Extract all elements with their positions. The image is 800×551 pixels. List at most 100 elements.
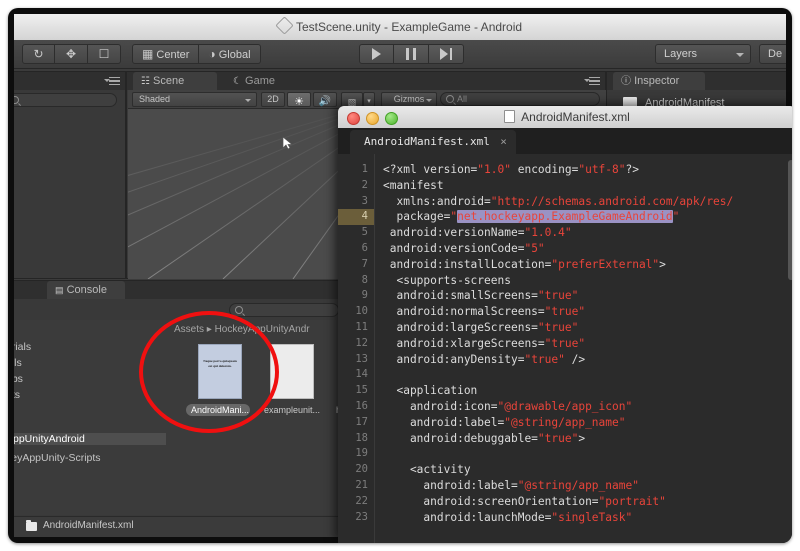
line-number-gutter: 1 2 3 4 5 6 7 8 9 10 11 12 13 14 15 16 17 18 19 20 21 22 23 bbox=[338, 154, 375, 543]
file-icon bbox=[26, 520, 37, 531]
pivot-rotation-label: Global bbox=[218, 49, 251, 61]
line-number: 16 bbox=[355, 400, 368, 412]
panel-menu-icon[interactable] bbox=[104, 77, 120, 86]
line-number: 6 bbox=[361, 242, 368, 254]
line-number: 7 bbox=[361, 257, 368, 270]
code-line[interactable]: android:debuggable="true"> bbox=[383, 431, 585, 447]
tree-item-selected[interactable]: AppUnityAndroid bbox=[14, 433, 166, 445]
lighting-toggle[interactable]: ☀ bbox=[287, 92, 311, 108]
editor-code-area[interactable]: 1 2 3 4 5 6 7 8 9 10 11 12 13 14 15 16 17 18 19 20 21 22 23 <?… bbox=[338, 154, 792, 543]
line-number: 23 bbox=[355, 510, 368, 523]
code-line[interactable]: android:anyDensity="true" /> bbox=[383, 352, 585, 368]
layout-label: De bbox=[768, 48, 783, 60]
layers-dropdown[interactable]: Layers bbox=[655, 44, 751, 64]
line-number: 5 bbox=[361, 226, 368, 239]
fx-button[interactable]: ▧ bbox=[341, 92, 363, 107]
search-icon bbox=[235, 306, 243, 314]
editor-tab[interactable]: AndroidManifest.xml × bbox=[350, 130, 516, 154]
chevron-down-icon bbox=[245, 99, 251, 102]
scene-grid-icon: ☷ bbox=[141, 76, 150, 87]
draw-mode-label: Shaded bbox=[139, 94, 171, 104]
two-d-toggle[interactable]: 2D bbox=[261, 92, 285, 107]
editor-vertical-scrollbar[interactable] bbox=[788, 160, 792, 280]
code-line[interactable]: android:launchMode="singleTask" bbox=[383, 510, 632, 526]
scene-search-input[interactable]: All bbox=[440, 92, 600, 106]
code-line[interactable]: android:installLocation="preferExternal"… bbox=[383, 257, 666, 273]
code-line[interactable]: android:versionName="1.0.4" bbox=[383, 225, 572, 241]
line-number: 22 bbox=[355, 494, 368, 507]
scene-search-text: All bbox=[457, 94, 468, 104]
play-button[interactable] bbox=[359, 44, 394, 64]
tab-console[interactable]: ▤ Console bbox=[47, 281, 125, 299]
code-line[interactable]: android:label="@string/app_name" bbox=[383, 415, 626, 431]
unity-title-text: TestScene.unity - ExampleGame - Android bbox=[14, 14, 786, 40]
fx-dropdown[interactable]: ▾ bbox=[363, 92, 375, 107]
draw-mode-dropdown[interactable]: Shaded bbox=[132, 92, 257, 107]
code-line[interactable]: android:largeScreens="true" bbox=[383, 320, 578, 336]
scale-tool-button[interactable]: ✥ bbox=[55, 44, 88, 64]
code-line[interactable]: android:xlargeScreens="true" bbox=[383, 336, 585, 352]
code-line[interactable]: xmlns:android="http://schemas.android.co… bbox=[383, 194, 733, 210]
tab-scene[interactable]: ☷ Scene bbox=[133, 72, 217, 90]
pause-button[interactable] bbox=[394, 44, 429, 64]
tree-item[interactable]: pts bbox=[14, 389, 20, 401]
line-number: 10 bbox=[355, 305, 368, 318]
outer-window-frame: TestScene.unity - ExampleGame - Android … bbox=[8, 8, 792, 543]
unity-main-toolbar: ↻ ✥ ☐ ▦ Center ◑ Global Layers De bbox=[14, 40, 786, 69]
scene-panel-menu-icon[interactable] bbox=[584, 77, 600, 86]
code-line[interactable]: <manifest bbox=[383, 178, 444, 194]
tree-item[interactable]: erials bbox=[14, 341, 31, 353]
scale-tool-icon: ✥ bbox=[65, 47, 77, 61]
code-line[interactable]: <activity bbox=[383, 462, 471, 478]
editor-title-text: AndroidManifest.xml bbox=[338, 106, 792, 128]
code-line[interactable]: android:smallScreens="true" bbox=[383, 288, 578, 304]
gizmos-dropdown[interactable]: Gizmos bbox=[381, 92, 437, 107]
tab-inspector[interactable]: ⓘ Inspector bbox=[613, 72, 705, 90]
mouse-cursor-icon bbox=[282, 136, 293, 150]
pivot-mode-label: Center bbox=[156, 49, 190, 61]
tree-item[interactable]: abs bbox=[14, 373, 23, 385]
chevron-down-icon bbox=[736, 53, 744, 57]
audio-toggle[interactable]: 🔊 bbox=[313, 92, 337, 107]
pivot-toggle-group: ▦ Center ◑ Global bbox=[132, 44, 261, 64]
rect-tool-button[interactable]: ☐ bbox=[88, 44, 121, 64]
globe-icon: ◑ bbox=[208, 47, 216, 61]
code-line[interactable]: android:normalScreens="true" bbox=[383, 304, 585, 320]
code-lines: <?xml version="1.0" encoding="utf-8"?> <m… bbox=[375, 154, 792, 543]
close-icon[interactable]: × bbox=[500, 130, 507, 154]
line-number: 4 bbox=[338, 209, 374, 226]
pivot-mode-button[interactable]: ▦ Center bbox=[132, 44, 200, 64]
pivot-rotation-button[interactable]: ◑ Global bbox=[199, 44, 261, 64]
tab-game[interactable]: ☾ Game bbox=[225, 72, 297, 90]
project-search-input[interactable] bbox=[229, 303, 339, 317]
code-line[interactable]: <application bbox=[383, 383, 477, 399]
line-number: 19 bbox=[355, 447, 368, 460]
tree-item[interactable]: lels bbox=[14, 357, 22, 369]
code-line[interactable]: android:versionCode="5" bbox=[383, 241, 545, 257]
step-icon bbox=[440, 48, 452, 60]
search-icon bbox=[14, 96, 19, 104]
code-line[interactable]: <?xml version="1.0" encoding="utf-8"?> bbox=[383, 162, 639, 178]
rotate-tool-button[interactable]: ↻ bbox=[22, 44, 55, 64]
two-d-label: 2D bbox=[267, 94, 279, 104]
layers-label: Layers bbox=[664, 48, 698, 60]
pivot-center-icon: ▦ bbox=[142, 47, 154, 61]
code-line[interactable]: android:screenOrientation="portrait" bbox=[383, 494, 666, 510]
line-number: 14 bbox=[355, 368, 368, 381]
step-button[interactable] bbox=[429, 44, 464, 64]
editor-title-bar[interactable]: AndroidManifest.xml bbox=[338, 106, 792, 129]
gizmos-label: Gizmos bbox=[393, 94, 425, 104]
code-line[interactable]: <supports-screens bbox=[383, 273, 511, 289]
unity-cube-icon bbox=[275, 16, 294, 35]
play-icon bbox=[372, 48, 381, 60]
code-line[interactable]: android:label="@string/app_name" bbox=[383, 478, 639, 494]
game-moon-icon: ☾ bbox=[233, 76, 242, 87]
line-number: 13 bbox=[355, 352, 368, 365]
line-number: 15 bbox=[355, 384, 368, 397]
asset-label: exampleunit... bbox=[263, 405, 321, 415]
code-line[interactable]: package="net.hockeyapp.ExampleGameAndroi… bbox=[383, 209, 679, 225]
code-line[interactable]: android:icon="@drawable/app_icon" bbox=[383, 399, 632, 415]
hierarchy-search-input[interactable] bbox=[14, 93, 117, 107]
tree-item[interactable]: keyAppUnity-Scripts bbox=[14, 452, 101, 464]
layout-dropdown[interactable]: De bbox=[759, 44, 786, 64]
